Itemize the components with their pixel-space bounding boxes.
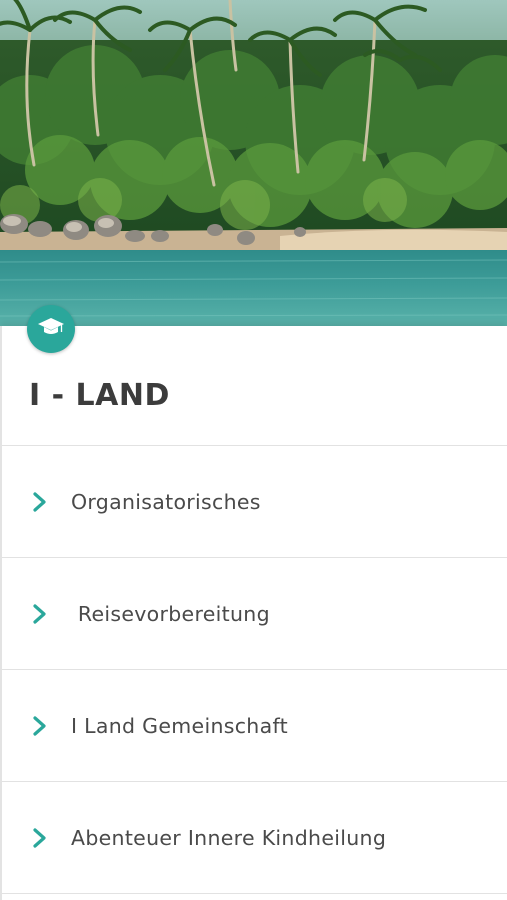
course-content: I - LAND Organisatorisches Reisevorberei… — [0, 326, 507, 900]
chevron-right-icon — [30, 827, 50, 849]
course-badge — [27, 305, 75, 353]
graduation-cap-icon — [38, 317, 64, 341]
lesson-label: Abenteuer Innere Kindheilung — [71, 825, 387, 850]
lesson-item-organisatorisches[interactable]: Organisatorisches — [2, 446, 507, 558]
course-title: I - LAND — [29, 378, 170, 413]
app-screen: I - LAND Organisatorisches Reisevorberei… — [0, 0, 507, 900]
lesson-label: I Land Gemeinschaft — [71, 713, 288, 738]
hero-image — [0, 0, 507, 326]
lesson-label: Reisevorbereitung — [71, 601, 270, 626]
lesson-item-abenteuer-innere-kindheilung[interactable]: Abenteuer Innere Kindheilung — [2, 782, 507, 894]
chevron-right-icon — [30, 491, 50, 513]
lesson-label: Organisatorisches — [71, 489, 261, 514]
chevron-right-icon — [30, 603, 50, 625]
lesson-item-reisevorbereitung[interactable]: Reisevorbereitung — [2, 558, 507, 670]
chevron-right-icon — [30, 715, 50, 737]
lesson-item-i-land-gemeinschaft[interactable]: I Land Gemeinschaft — [2, 670, 507, 782]
lesson-list: Organisatorisches Reisevorbereitung I La… — [2, 445, 507, 894]
